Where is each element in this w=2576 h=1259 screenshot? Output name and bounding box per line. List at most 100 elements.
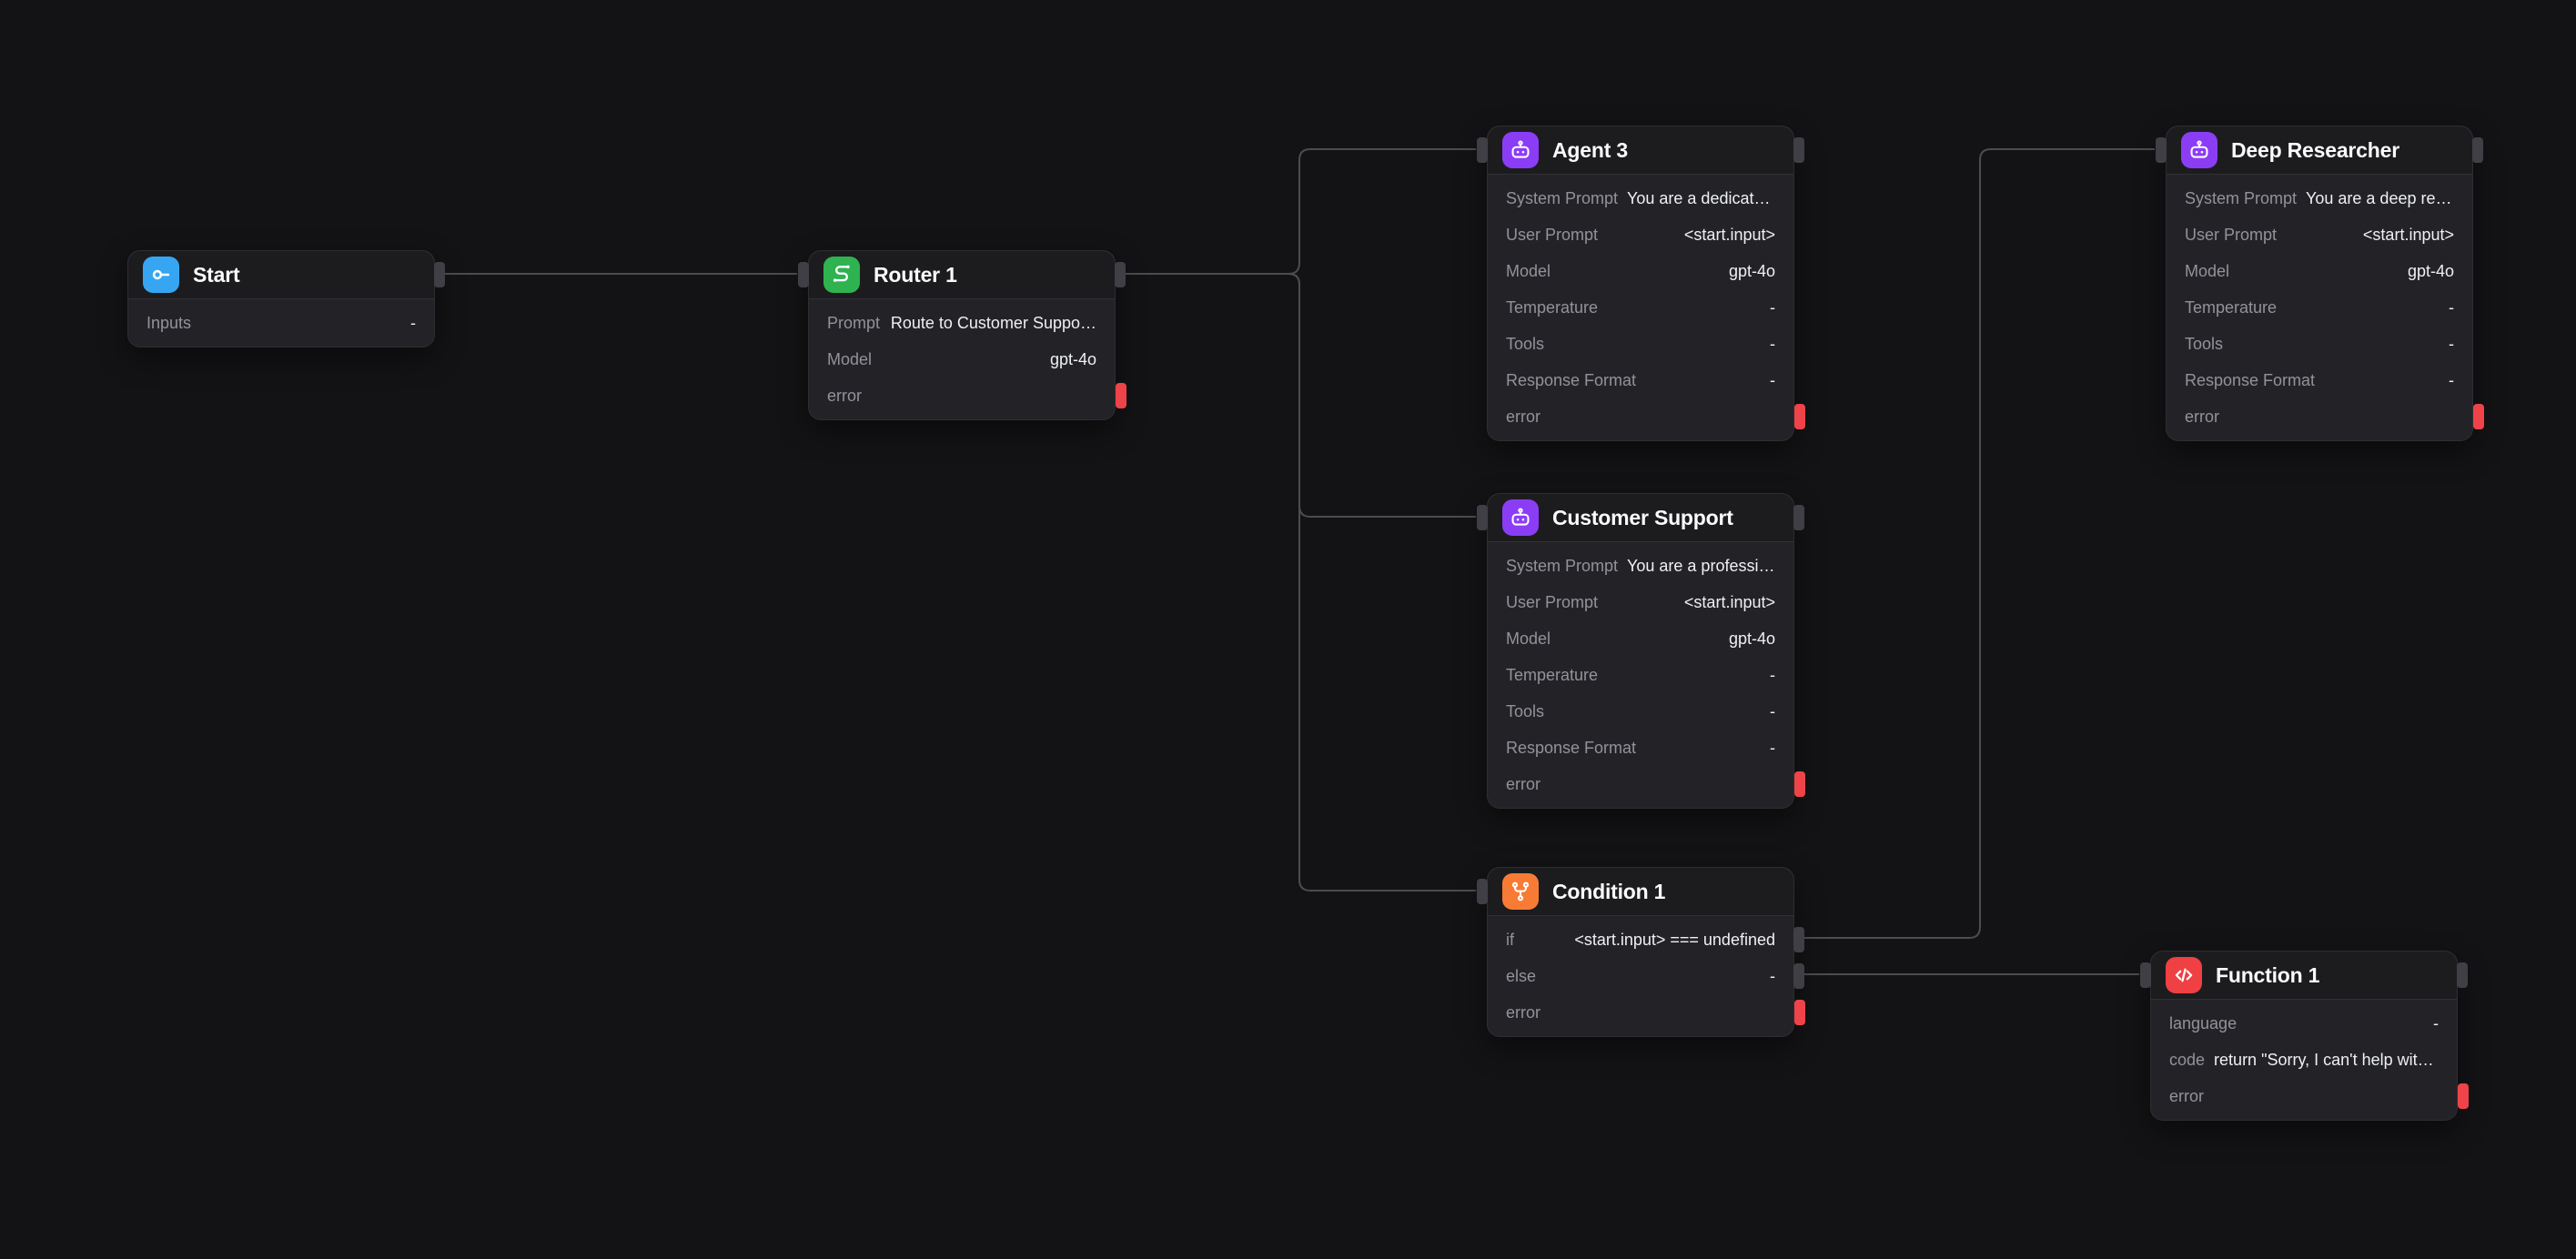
row-value: gpt-4o	[881, 350, 1096, 369]
row-error: error	[1488, 398, 1793, 435]
row-label: language	[2169, 1014, 2237, 1033]
error-indicator	[1794, 404, 1805, 429]
row-model: Model gpt-4o	[809, 341, 1115, 378]
node-title: Start	[193, 263, 239, 287]
row-error: error	[1488, 766, 1793, 802]
port-out-start[interactable]	[434, 262, 445, 287]
row-label: Temperature	[2185, 298, 2277, 317]
row-temperature: Temperature -	[1488, 289, 1793, 326]
node-agent-3-header[interactable]: Agent 3	[1488, 126, 1793, 175]
row-response-format: Response Format -	[2167, 362, 2472, 398]
port-out-router-1[interactable]	[1115, 262, 1126, 287]
row-value: -	[2232, 335, 2454, 354]
node-condition-1[interactable]: Condition 1 if <start.input> === undefin…	[1487, 867, 1794, 1037]
node-customer-support[interactable]: Customer Support System Prompt You are a…	[1487, 493, 1794, 809]
node-title: Condition 1	[1552, 880, 1665, 904]
row-code: code return "Sorry, I can't help with …	[2151, 1042, 2457, 1078]
edge-router-1-condition-1[interactable]	[1125, 274, 1476, 891]
row-label: User Prompt	[1506, 226, 1598, 245]
row-value: -	[1607, 298, 1775, 317]
flow-canvas[interactable]: Start Inputs - Router 1	[0, 0, 2576, 1259]
row-else: else -	[1488, 958, 1793, 994]
port-in-router-1[interactable]	[798, 262, 809, 287]
row-model: Model gpt-4o	[2167, 253, 2472, 289]
row-label: error	[827, 387, 862, 406]
row-temperature: Temperature -	[2167, 289, 2472, 326]
row-tools: Tools -	[1488, 693, 1793, 730]
node-condition-1-header[interactable]: Condition 1	[1488, 868, 1793, 916]
node-agent-3[interactable]: Agent 3 System Prompt You are a dedicate…	[1487, 126, 1794, 441]
agent-robot-icon	[1502, 132, 1539, 168]
port-in-deep-researcher[interactable]	[2156, 137, 2167, 163]
row-label: Tools	[1506, 702, 1544, 721]
node-router-1[interactable]: Router 1 Prompt Route to Customer Suppo……	[808, 250, 1116, 420]
port-in-agent-3[interactable]	[1477, 137, 1488, 163]
node-title: Customer Support	[1552, 506, 1733, 530]
row-value: -	[200, 314, 416, 333]
row-label: Tools	[2185, 335, 2223, 354]
row-temperature: Temperature -	[1488, 657, 1793, 693]
row-label: error	[1506, 408, 1541, 427]
row-value: You are a professio…	[1627, 557, 1775, 576]
row-inputs: Inputs -	[128, 305, 434, 341]
row-label: Model	[1506, 262, 1551, 281]
port-out-condition-if[interactable]	[1793, 927, 1804, 952]
node-title: Router 1	[874, 263, 957, 287]
row-if: if <start.input> === undefined	[1488, 922, 1793, 958]
row-label: Model	[827, 350, 872, 369]
row-value: -	[1553, 335, 1775, 354]
row-value: -	[1553, 702, 1775, 721]
row-language: language -	[2151, 1005, 2457, 1042]
row-label: System Prompt	[1506, 557, 1618, 576]
node-deep-researcher-header[interactable]: Deep Researcher	[2167, 126, 2472, 175]
row-label: Tools	[1506, 335, 1544, 354]
row-user-prompt: User Prompt <start.input>	[1488, 584, 1793, 620]
node-start-header[interactable]: Start	[128, 251, 434, 299]
row-label: error	[2169, 1087, 2204, 1106]
node-deep-researcher[interactable]: Deep Researcher System Prompt You are a …	[2166, 126, 2473, 441]
port-out-deep-researcher[interactable]	[2472, 137, 2483, 163]
row-label: error	[1506, 775, 1541, 794]
node-start[interactable]: Start Inputs -	[127, 250, 435, 347]
row-system-prompt: System Prompt You are a deep res…	[2167, 180, 2472, 217]
row-label: Temperature	[1506, 666, 1598, 685]
row-tools: Tools -	[2167, 326, 2472, 362]
row-response-format: Response Format -	[1488, 730, 1793, 766]
row-value: -	[2286, 298, 2454, 317]
node-customer-support-header[interactable]: Customer Support	[1488, 494, 1793, 542]
row-prompt: Prompt Route to Customer Suppo…	[809, 305, 1115, 341]
row-value: Route to Customer Suppo…	[889, 314, 1096, 333]
node-function-1[interactable]: Function 1 language - code return "Sorry…	[2150, 951, 2458, 1121]
port-out-function-1[interactable]	[2457, 962, 2468, 988]
port-out-condition-else[interactable]	[1793, 963, 1804, 989]
row-user-prompt: User Prompt <start.input>	[1488, 217, 1793, 253]
port-out-customer-support[interactable]	[1793, 505, 1804, 530]
row-system-prompt: System Prompt You are a professio…	[1488, 548, 1793, 584]
row-system-prompt: System Prompt You are a dedicate…	[1488, 180, 1793, 217]
error-indicator	[2458, 1083, 2469, 1109]
start-icon	[143, 257, 179, 293]
port-in-function-1[interactable]	[2140, 962, 2151, 988]
row-label: System Prompt	[2185, 189, 2297, 208]
row-user-prompt: User Prompt <start.input>	[2167, 217, 2472, 253]
port-in-condition-1[interactable]	[1477, 879, 1488, 904]
node-title: Agent 3	[1552, 138, 1628, 163]
row-error: error	[1488, 994, 1793, 1031]
code-function-icon	[2166, 957, 2202, 993]
edge-router-1-agent-3[interactable]	[1125, 149, 1476, 274]
row-value: -	[1607, 666, 1775, 685]
row-label: Inputs	[146, 314, 191, 333]
error-indicator	[2473, 404, 2484, 429]
edge-condition-if-deep-researcher[interactable]	[1803, 149, 2155, 938]
row-label: Temperature	[1506, 298, 1598, 317]
node-function-1-header[interactable]: Function 1	[2151, 952, 2457, 1000]
row-value: -	[2246, 1014, 2439, 1033]
port-in-customer-support[interactable]	[1477, 505, 1488, 530]
agent-robot-icon	[1502, 499, 1539, 536]
row-label: Response Format	[1506, 739, 1636, 758]
row-value: -	[1545, 967, 1775, 986]
row-tools: Tools -	[1488, 326, 1793, 362]
port-out-agent-3[interactable]	[1793, 137, 1804, 163]
row-value: gpt-4o	[1560, 262, 1775, 281]
node-router-1-header[interactable]: Router 1	[809, 251, 1115, 299]
